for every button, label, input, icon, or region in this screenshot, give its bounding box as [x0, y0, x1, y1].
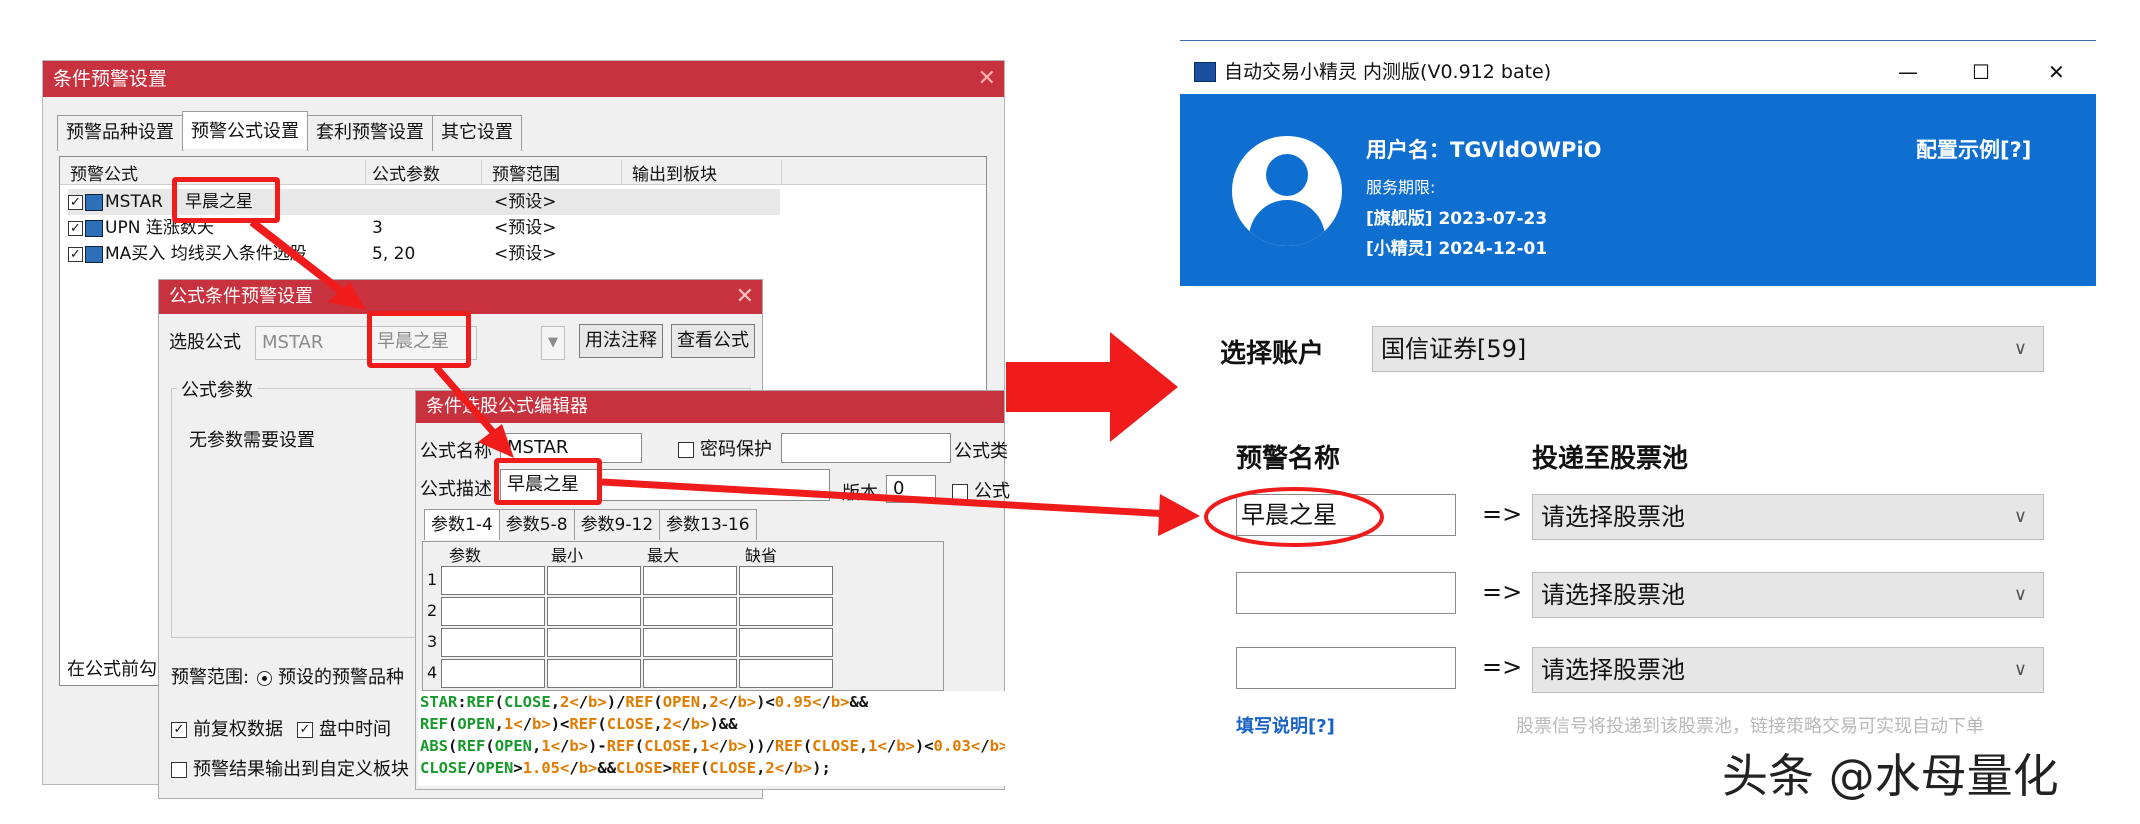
big-arrow: [1006, 332, 1178, 442]
arrow-head: [1158, 494, 1200, 536]
highlight-ellipse: [1204, 487, 1384, 547]
annotation-arrows: [249, 218, 1384, 547]
arrow-line: [249, 218, 353, 302]
arrow-line: [433, 364, 503, 443]
arrow-head: [478, 424, 514, 458]
arrow-line: [601, 478, 1171, 518]
